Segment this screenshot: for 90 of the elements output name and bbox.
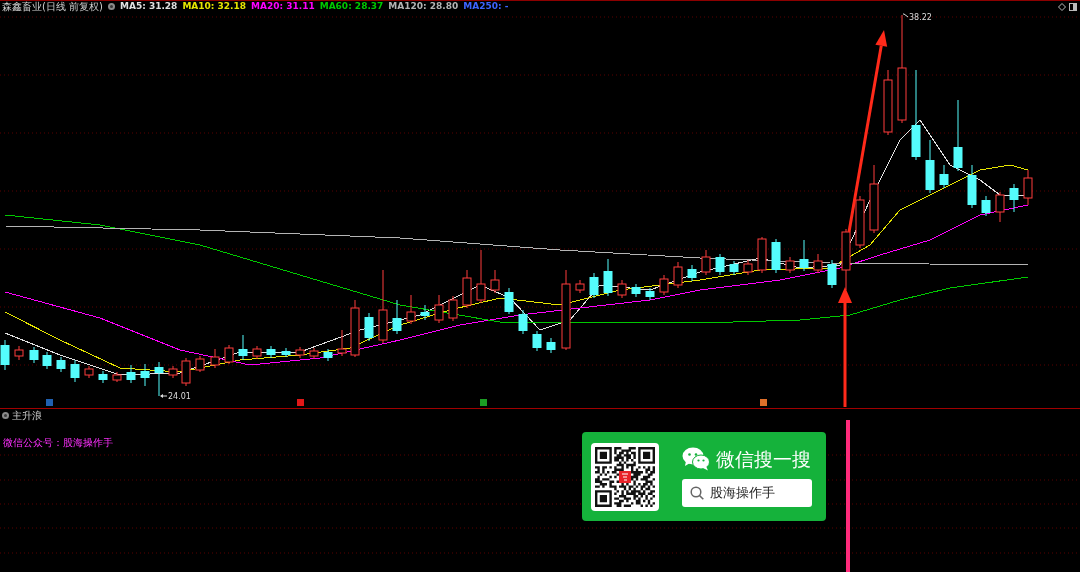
falling-candle	[603, 258, 613, 297]
stock-title: 森鑫畜业(日线 前复权)	[2, 1, 103, 12]
rising-candle	[210, 348, 220, 369]
falling-candle	[925, 139, 935, 194]
falling-candle	[42, 351, 52, 370]
falling-candle	[504, 287, 514, 315]
moving-average-label: MA5: 31.28	[120, 1, 178, 12]
rising-candle	[617, 279, 627, 299]
indicator-title: 主升浪	[12, 410, 42, 421]
falling-candle	[323, 348, 333, 362]
rising-candle	[434, 294, 444, 324]
rising-candle	[995, 191, 1005, 223]
falling-candle	[0, 339, 10, 371]
rising-candle	[490, 269, 500, 294]
qr-code-icon	[591, 442, 659, 511]
rising-candle	[252, 345, 262, 360]
rising-candle	[462, 269, 472, 309]
falling-candle	[518, 309, 528, 335]
rising-candle	[448, 295, 458, 322]
rising-candle	[659, 274, 669, 296]
rising-candle	[181, 357, 191, 387]
falling-candle	[827, 259, 837, 289]
rising-candle	[869, 164, 879, 234]
rising-candle	[295, 346, 305, 359]
moving-average-label: MA20: 31.11	[251, 1, 315, 12]
falling-candle	[631, 283, 641, 298]
rising-candle	[883, 69, 893, 136]
rising-candle	[406, 294, 416, 325]
rising-candle	[14, 345, 24, 361]
falling-candle	[645, 287, 655, 301]
rising-candle	[757, 236, 767, 274]
falling-candle	[281, 347, 291, 358]
falling-candle	[799, 239, 809, 272]
circle-icon[interactable]	[108, 3, 115, 10]
rising-candle	[701, 249, 711, 276]
falling-candle	[589, 272, 599, 299]
falling-candle	[981, 195, 991, 217]
falling-candle	[266, 345, 276, 359]
falling-candle	[154, 361, 164, 397]
falling-candle	[70, 359, 80, 383]
rising-candle	[855, 195, 865, 249]
rising-candle	[575, 279, 585, 294]
falling-candle	[729, 260, 739, 276]
circle-icon[interactable]	[2, 412, 9, 419]
rising-candle	[337, 329, 347, 357]
falling-candle	[126, 364, 136, 384]
falling-candle	[687, 264, 697, 282]
falling-candle	[967, 164, 977, 209]
falling-candle	[29, 346, 39, 364]
leader-line	[902, 13, 909, 18]
search-icon	[690, 485, 704, 500]
falling-candle	[771, 238, 781, 274]
search-field[interactable]: 股海操作手	[682, 478, 812, 507]
rising-candle	[743, 259, 753, 276]
rising-candle	[195, 355, 205, 373]
falling-candle	[140, 363, 150, 387]
rising-candle	[813, 253, 823, 274]
falling-candle	[392, 299, 402, 335]
rising-candle	[1023, 169, 1033, 206]
chat-bubbles-icon	[682, 446, 710, 471]
rising-candle	[841, 228, 851, 291]
rising-candle	[84, 365, 94, 379]
card-heading: 微信搜一搜	[716, 446, 811, 471]
falling-candle	[939, 164, 949, 189]
falling-candle	[532, 330, 542, 352]
falling-candle	[1009, 183, 1019, 213]
indicator-note: 微信公众号：股海操作手	[3, 437, 113, 448]
moving-average-label: MA250: -	[463, 1, 509, 12]
falling-candle	[715, 253, 725, 276]
rising-candle	[309, 347, 319, 360]
falling-candle	[238, 334, 248, 361]
rising-candle	[168, 365, 178, 379]
rising-candle	[112, 371, 122, 383]
falling-candle	[98, 370, 108, 384]
moving-average-label: MA60: 28.37	[319, 1, 384, 12]
rising-candle	[350, 299, 360, 358]
falling-candle	[546, 337, 556, 354]
panel-icon[interactable]	[1069, 2, 1077, 11]
moving-average-label: MA10: 32.18	[182, 1, 247, 12]
rising-candle	[476, 249, 486, 304]
high-price-label: 38.22	[909, 13, 932, 22]
rising-candle	[224, 344, 234, 365]
leader-arrow	[160, 394, 168, 398]
rising-candle	[673, 261, 683, 289]
falling-candle	[56, 356, 66, 373]
moving-average-label: MA120: 28.80	[388, 1, 459, 12]
falling-candle	[420, 304, 430, 321]
falling-candle	[364, 312, 374, 342]
rising-candle	[785, 256, 795, 274]
low-price-label: 24.01	[168, 392, 191, 401]
